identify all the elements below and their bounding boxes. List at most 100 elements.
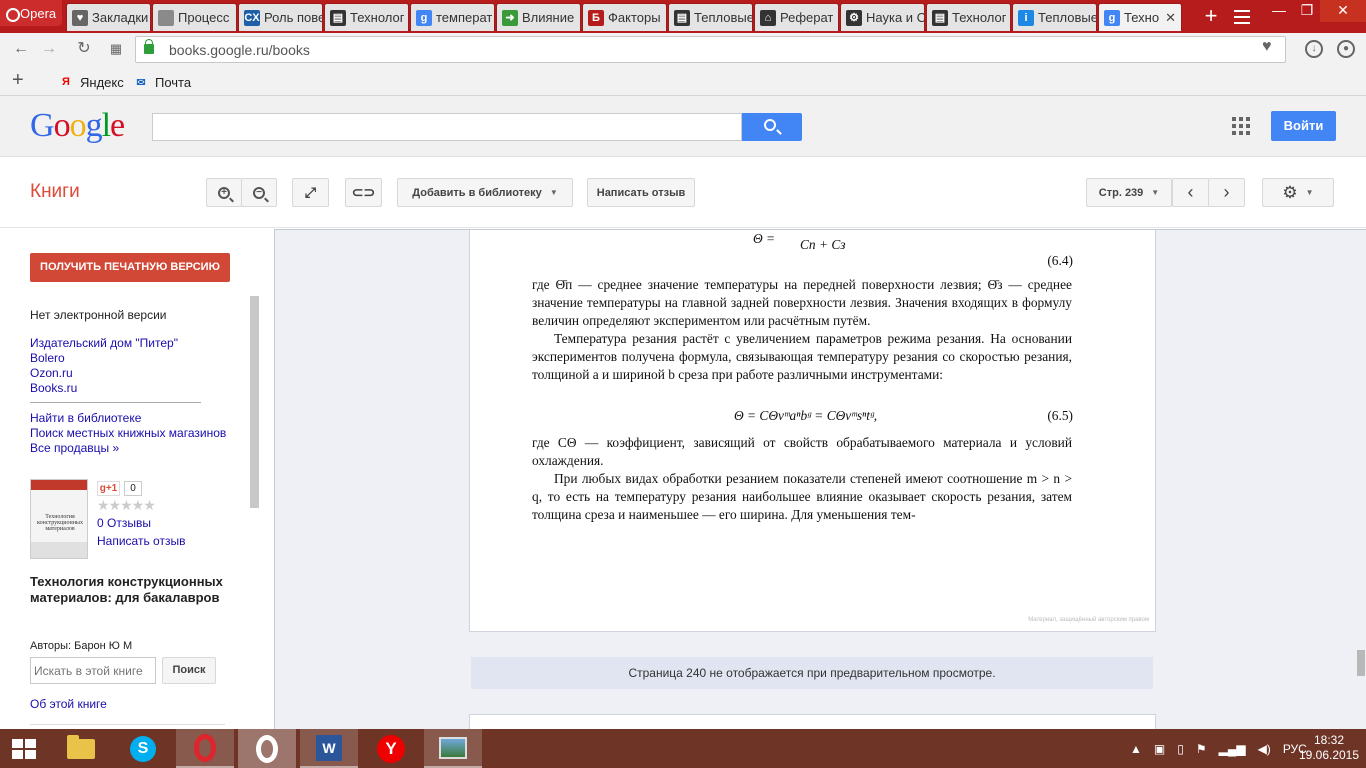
- browser-tab[interactable]: g Техно ✕: [1098, 3, 1182, 31]
- tab-title: Реферат: [780, 10, 834, 25]
- browser-tab[interactable]: i Тепловые: [1012, 3, 1097, 31]
- google-icon: g: [416, 9, 432, 26]
- browser-tab[interactable]: g температ: [410, 3, 495, 31]
- settings-button[interactable]: ⚙ ▼: [1262, 178, 1334, 207]
- write-review-link[interactable]: Написать отзыв: [97, 534, 185, 548]
- tray-volume-icon[interactable]: ◀): [1258, 742, 1271, 756]
- seller-link-ozon[interactable]: Ozon.ru: [30, 366, 73, 380]
- seller-link-piter[interactable]: Издательский дом "Питер": [30, 336, 178, 350]
- link-icon: ⊂⊃: [351, 184, 376, 200]
- browser-tab[interactable]: Б Факторы: [582, 3, 667, 31]
- books-title[interactable]: Книги: [30, 181, 80, 203]
- formula-denominator: Cп + Cз: [800, 237, 846, 252]
- books-toolbar: Книги + − ⤢ ⊂⊃ Добавить в библиотеку ▼ На…: [0, 157, 1366, 228]
- paragraph: При любых видах обработки резанием показ…: [532, 471, 1072, 522]
- reviews-link[interactable]: 0 Отзывы: [97, 516, 151, 530]
- link-button[interactable]: ⊂⊃: [345, 178, 382, 207]
- get-print-version-button[interactable]: ПОЛУЧИТЬ ПЕЧАТНУЮ ВЕРСИЮ: [30, 253, 230, 282]
- zoom-in-button[interactable]: +: [206, 178, 242, 207]
- sidebar-scrollbar[interactable]: [250, 296, 259, 508]
- tab-title: Роль пове: [264, 10, 322, 25]
- seller-link-books[interactable]: Books.ru: [30, 381, 77, 395]
- browser-tab[interactable]: ♥ Закладки: [66, 3, 151, 31]
- login-button[interactable]: Войти: [1271, 111, 1336, 141]
- minimize-button[interactable]: —: [1264, 0, 1294, 22]
- tray-flag-icon[interactable]: ⚑: [1196, 742, 1207, 756]
- bookmark-mail[interactable]: ✉ Почта: [133, 74, 191, 90]
- zoom-in-icon: +: [218, 186, 230, 199]
- download-icon[interactable]: ↓: [1305, 40, 1323, 58]
- book-cover[interactable]: Технология конструкционных материалов: [30, 479, 88, 559]
- tab-title: Технолог: [350, 10, 405, 25]
- taskbar-explorer[interactable]: [52, 729, 110, 768]
- close-window-button[interactable]: ✕: [1320, 0, 1366, 22]
- google-search-input[interactable]: [152, 113, 742, 141]
- browser-tab[interactable]: Процесс: [152, 3, 237, 31]
- back-arrow-icon[interactable]: ←: [10, 39, 32, 61]
- local-bookstores-link[interactable]: Поиск местных книжных магазинов: [30, 426, 226, 440]
- page-select-button[interactable]: Стр. 239 ▼: [1086, 178, 1172, 207]
- bookmark-label: Почта: [155, 74, 192, 90]
- opera-icon: [256, 734, 278, 763]
- tray-phone-icon[interactable]: ▯: [1177, 742, 1184, 756]
- close-tab-icon[interactable]: ✕: [1165, 10, 1176, 26]
- next-page-button[interactable]: ›: [1208, 178, 1245, 207]
- taskbar-skype[interactable]: S: [114, 729, 172, 768]
- browser-tab[interactable]: ⚙ Наука и С: [840, 3, 925, 31]
- taskbar-photos[interactable]: [424, 729, 482, 768]
- write-review-button[interactable]: Написать отзыв: [587, 178, 695, 207]
- gplus-button[interactable]: g+1: [97, 481, 120, 496]
- search-in-book-button[interactable]: Поиск: [162, 657, 216, 684]
- about-book-link[interactable]: Об этой книге: [30, 697, 107, 711]
- tray-window-icon[interactable]: ▣: [1154, 742, 1165, 756]
- find-in-library-link[interactable]: Найти в библиотеке: [30, 411, 141, 425]
- taskbar-clock[interactable]: 18:32 19.06.2015: [1296, 733, 1362, 763]
- prev-page-button[interactable]: ‹: [1172, 178, 1209, 207]
- windows-start-icon[interactable]: [12, 739, 36, 759]
- add-to-library-button[interactable]: Добавить в библиотеку ▼: [397, 178, 573, 207]
- google-logo[interactable]: Google: [30, 107, 125, 145]
- viewer-scrollbar[interactable]: [1357, 650, 1365, 676]
- tray-expand-icon[interactable]: ▲: [1130, 742, 1142, 756]
- browser-tab-strip: Opera ♥ Закладки Процесс CX Роль пове ▤ Технол…: [0, 0, 1366, 33]
- opera-menu-button[interactable]: Opera: [0, 0, 62, 26]
- url-field[interactable]: books.google.ru/books: [135, 36, 1286, 63]
- speed-dial-grid-icon[interactable]: ▦: [105, 39, 127, 61]
- search-in-book-input[interactable]: [30, 657, 156, 684]
- browser-tab[interactable]: ▤ Технолог: [926, 3, 1011, 31]
- all-sellers-link[interactable]: Все продавцы »: [30, 441, 119, 455]
- taskbar-opera-active[interactable]: [238, 729, 296, 768]
- add-bookmark-icon[interactable]: +: [12, 69, 24, 92]
- tab-title: Техно: [1124, 10, 1160, 25]
- taskbar-yandex-browser[interactable]: Y: [362, 729, 420, 768]
- yandex-browser-icon: Y: [377, 734, 405, 763]
- book-viewer: Θ = Cп + Cз (6.4) где Θ̄п — среднее знач…: [274, 229, 1366, 729]
- clock-date: 19.06.2015: [1298, 748, 1360, 762]
- address-bar-row: ← → ↻ ▦ books.google.ru/books ♥ ↓ ●: [0, 33, 1366, 66]
- browser-tab[interactable]: ▤ Тепловые: [668, 3, 753, 31]
- tray-network-icon[interactable]: ▂▄▆: [1219, 742, 1246, 756]
- reload-icon[interactable]: ↻: [73, 39, 95, 61]
- bookmark-yandex[interactable]: Я Яндекс: [58, 74, 124, 90]
- fullscreen-button[interactable]: ⤢: [292, 178, 329, 207]
- bookmark-heart-icon[interactable]: ♥: [1262, 38, 1272, 56]
- photo-viewer-icon: [439, 736, 467, 759]
- tab-menu-icon[interactable]: [1232, 6, 1252, 26]
- folder-icon: [67, 734, 95, 759]
- skype-icon: S: [130, 735, 156, 762]
- zoom-out-button[interactable]: −: [241, 178, 277, 207]
- forward-arrow-icon[interactable]: →: [38, 39, 60, 61]
- taskbar-word[interactable]: W: [300, 729, 358, 768]
- browser-tab[interactable]: ➜ Влияние: [496, 3, 581, 31]
- google-search-button[interactable]: [742, 113, 802, 141]
- browser-tab[interactable]: CX Роль пове: [238, 3, 323, 31]
- new-tab-button[interactable]: +: [1198, 4, 1224, 30]
- browser-tab[interactable]: ▤ Технолог: [324, 3, 409, 31]
- account-icon[interactable]: ●: [1337, 40, 1355, 58]
- taskbar-opera[interactable]: [176, 729, 234, 768]
- cx-icon: CX: [244, 9, 260, 26]
- apps-grid-icon[interactable]: [1232, 117, 1250, 135]
- seller-link-bolero[interactable]: Bolero: [30, 351, 65, 365]
- maximize-button[interactable]: ❐: [1294, 0, 1320, 22]
- browser-tab[interactable]: ⌂ Реферат: [754, 3, 839, 31]
